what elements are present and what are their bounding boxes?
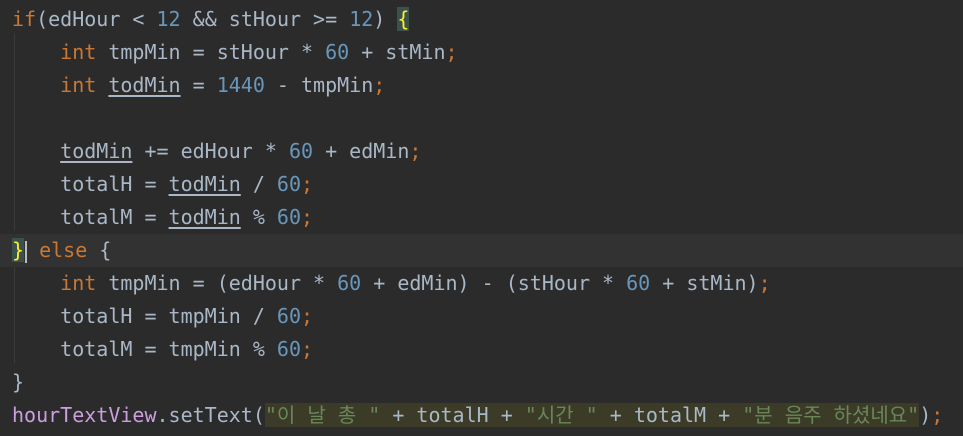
code-token: = [180,73,217,97]
code-token: ; [758,271,771,295]
code-token: ) [919,403,932,427]
code-token: "이 날 총 " [264,403,381,427]
code-token: ; [301,205,314,229]
code-token: + stMin) [650,271,759,295]
code-line[interactable]: } else { [0,234,963,267]
code-line[interactable] [0,102,963,135]
code-token: hourTextView [12,403,157,427]
code-token: 60 [276,337,301,361]
code-line[interactable]: totalH = todMin / 60; [0,168,963,201]
code-token: 60 [325,40,350,64]
code-line[interactable]: totalM = todMin % 60; [0,201,963,234]
code-token: "시간 " [524,403,598,427]
code-token: else [39,238,88,262]
code-token: && stHour >= [180,7,350,31]
code-token: if [12,7,37,31]
code-token: int [60,40,97,64]
code-token: ) [373,7,398,31]
code-line[interactable]: totalH = tmpMin / 60; [0,300,963,333]
code-token: todMin [60,139,133,163]
code-token: ; [409,139,422,163]
code-token: totalH = [12,172,169,196]
code-token: totalH = tmpMin / [12,304,277,328]
code-token: todMin [168,172,241,196]
code-token: + stMin [349,40,446,64]
code-line[interactable]: int tmpMin = stHour * 60 + stMin; [0,36,963,69]
code-token: ; [301,304,314,328]
code-line[interactable]: todMin += edHour * 60 + edMin; [0,135,963,168]
code-line[interactable]: int todMin = 1440 - tmpMin; [0,69,963,102]
code-token: int [60,73,97,97]
code-token: 12 [156,7,181,31]
code-token: % [240,205,277,229]
code-line[interactable]: int tmpMin = (edHour * 60 + edMin) - (st… [0,267,963,300]
code-token: "분 음주 하셨네요" [742,403,920,427]
code-token: } [12,370,25,394]
code-token: + edMin) - (stHour * [361,271,627,295]
code-token: todMin [168,205,241,229]
code-token: 60 [626,271,651,295]
code-token: 12 [349,7,374,31]
code-line[interactable]: if(edHour < 12 && stHour >= 12) { [0,3,963,36]
code-token: { [397,7,410,31]
code-token: 60 [276,205,302,229]
code-token: } [12,238,25,262]
code-token: + edMin [313,139,410,163]
code-token: - tmpMin [264,73,374,97]
code-token: ; [931,403,944,427]
code-token: tmpMin = (edHour * [96,271,338,295]
code-token: + totalH + [380,403,525,427]
code-token: 60 [337,271,362,295]
code-token: int [60,271,97,295]
code-token: ; [445,40,458,64]
code-line[interactable]: } [0,366,963,399]
code-token: .setText( [156,403,265,427]
code-token: + totalM + [597,403,743,427]
code-editor[interactable]: if(edHour < 12 && stHour >= 12) { int tm… [0,0,963,436]
code-token: 60 [276,304,301,328]
code-token: { [87,238,112,262]
code-token: 60 [276,172,302,196]
code-token: 60 [288,139,314,163]
code-token: tmpMin = stHour * [96,40,326,64]
code-token: ; [373,73,386,97]
code-token: ; [301,337,314,361]
code-token: (edHour < [36,7,157,31]
code-token: ; [301,172,314,196]
code-token: 1440 [216,73,265,97]
code-line[interactable]: totalM = tmpMin % 60; [0,333,963,366]
code-token: / [240,172,277,196]
code-token: += edHour * [132,139,289,163]
code-token: todMin [108,73,181,97]
code-token: totalM = [12,205,169,229]
code-token: totalM = tmpMin % [12,337,277,361]
code-line[interactable]: hourTextView.setText("이 날 총 " + totalH +… [0,399,963,432]
